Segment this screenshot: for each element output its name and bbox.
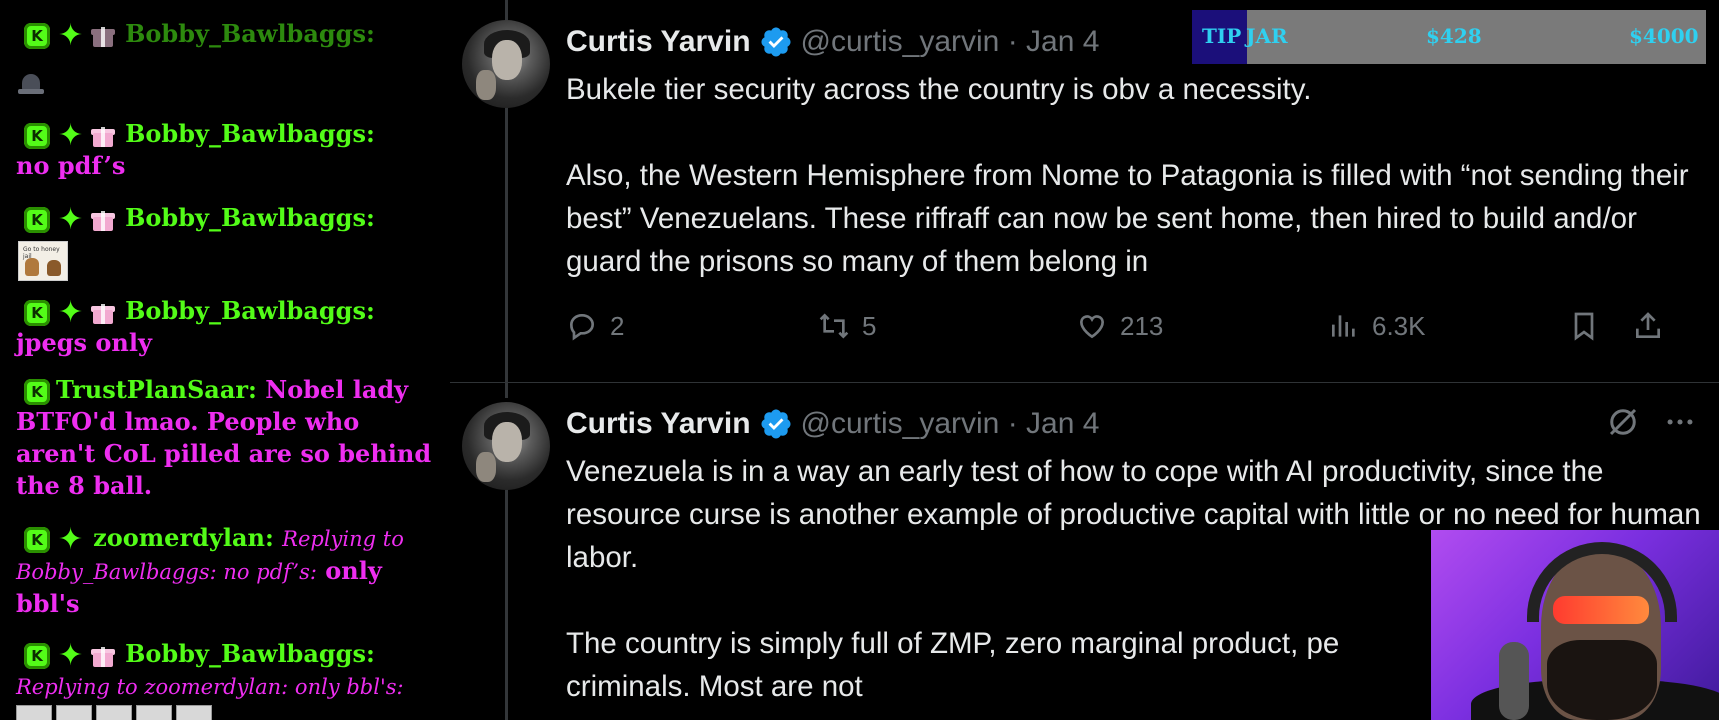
- tweet-header: Curtis Yarvin @curtis_yarvin · Jan 4: [566, 402, 1099, 446]
- badge-group: K: [24, 378, 50, 405]
- sparkle-badge-icon: ✦: [58, 117, 84, 153]
- sparkle-badge-icon: ✦: [58, 521, 84, 557]
- thread-line: [505, 0, 508, 22]
- sparkle-badge-icon: ✦: [58, 201, 84, 237]
- bookmark-button[interactable]: [1568, 310, 1600, 342]
- badge-group: K ✦: [24, 637, 116, 673]
- share-icon: [1636, 312, 1660, 338]
- chat-message: K ✦ zoomerdylan: Replying to Bobby_Bawlb…: [16, 522, 446, 620]
- emote-thumb: [136, 705, 172, 720]
- display-name[interactable]: Curtis Yarvin: [566, 407, 751, 441]
- retweet-button[interactable]: 5: [818, 310, 876, 342]
- tweet-divider: [450, 382, 1719, 383]
- gift-badge-icon: [91, 301, 116, 325]
- like-button[interactable]: 213: [1076, 310, 1163, 342]
- verified-badge-icon: [761, 409, 791, 439]
- chat-username[interactable]: Bobby_Bawlbaggs:: [125, 119, 375, 148]
- chat-message: K ✦ Bobby_Bawlbaggs:: [16, 18, 446, 50]
- badge-group: K ✦: [24, 294, 116, 330]
- kick-badge-icon: K: [24, 206, 50, 233]
- kick-badge-icon: K: [24, 526, 50, 553]
- sparkle-badge-icon: ✦: [58, 294, 84, 330]
- retweet-count: 5: [862, 310, 877, 341]
- chat-username[interactable]: TrustPlanSaar:: [56, 375, 257, 404]
- like-icon: [1079, 315, 1105, 339]
- badge-group: K ✦: [24, 521, 84, 557]
- chat-text: jpegs only: [16, 328, 152, 357]
- tweet-header-actions: [1605, 404, 1697, 440]
- tip-jar-progress: TIP JAR $428 $4000: [1192, 10, 1706, 64]
- tip-jar-current: $428: [1426, 24, 1482, 48]
- reply-count: 2: [610, 310, 625, 341]
- emote-thumb: [96, 705, 132, 720]
- retweet-icon: [819, 313, 849, 339]
- chat-message: K ✦ Bobby_Bawlbaggs: no pdf’s: [16, 118, 446, 182]
- badge-group: K ✦: [24, 117, 116, 153]
- handle-and-date[interactable]: @curtis_yarvin · Jan 4: [801, 25, 1100, 59]
- tweet-text: Bukele tier security across the country …: [566, 73, 1689, 278]
- streamer-webcam: [1431, 530, 1719, 720]
- tweet-header: Curtis Yarvin @curtis_yarvin · Jan 4: [566, 20, 1099, 64]
- avatar[interactable]: [462, 20, 550, 108]
- like-count: 213: [1120, 310, 1164, 341]
- kick-badge-icon: K: [24, 122, 50, 149]
- sparkle-badge-icon: ✦: [58, 637, 84, 673]
- kick-badge-icon: K: [24, 22, 50, 49]
- badge-group: K ✦: [24, 201, 116, 237]
- tip-jar-goal: $4000: [1629, 24, 1699, 48]
- kick-badge-icon: K: [24, 378, 50, 405]
- tip-jar-label: TIP: [1202, 24, 1242, 48]
- gift-badge-icon: [91, 24, 116, 48]
- hat-emote-icon: [18, 74, 44, 96]
- chat-username[interactable]: Bobby_Bawlbaggs:: [125, 19, 375, 48]
- reply-icon: [569, 313, 595, 341]
- chat-message: K ✦ Bobby_Bawlbaggs: jpegs only: [16, 295, 446, 359]
- chat-message: K ✦ Bobby_Bawlbaggs: Replying to zoomerd…: [16, 638, 446, 703]
- chat-username[interactable]: zoomerdylan:: [93, 523, 274, 552]
- honey-jail-emote: Go to honey jail: [18, 241, 68, 281]
- more-icon[interactable]: [1663, 405, 1697, 439]
- chat-reply-context[interactable]: Replying to zoomerdylan: only bbl's:: [16, 675, 404, 699]
- share-button[interactable]: [1632, 310, 1664, 342]
- verified-badge-icon: [761, 27, 791, 57]
- emote-thumb: [176, 705, 212, 720]
- gift-badge-icon: [91, 124, 116, 148]
- tip-jar-label-2: JAR: [1246, 24, 1288, 48]
- gift-badge-icon: [91, 644, 116, 668]
- views-button[interactable]: 6.3K: [1328, 310, 1426, 342]
- chat-username[interactable]: Bobby_Bawlbaggs:: [125, 296, 375, 325]
- chat-text: no pdf’s: [16, 151, 126, 180]
- kick-badge-icon: K: [24, 642, 50, 669]
- views-icon: [1332, 315, 1355, 337]
- gift-badge-icon: [91, 208, 116, 232]
- chat-username[interactable]: Bobby_Bawlbaggs:: [125, 203, 375, 232]
- sparkle-badge-icon: ✦: [58, 17, 84, 53]
- badge-group: K ✦: [24, 17, 116, 53]
- chat-username[interactable]: Bobby_Bawlbaggs:: [125, 639, 375, 668]
- bookmark-icon: [1574, 312, 1594, 341]
- emote-thumb: [56, 705, 92, 720]
- avatar[interactable]: [462, 402, 550, 490]
- chat-message: K TrustPlanSaar: Nobel lady BTFO'd lmao.…: [16, 374, 446, 502]
- display-name[interactable]: Curtis Yarvin: [566, 25, 751, 59]
- emote-thumb: [16, 705, 52, 720]
- tweet[interactable]: Curtis Yarvin @curtis_yarvin · Jan 4 Buk…: [450, 20, 1719, 380]
- grok-icon[interactable]: [1605, 404, 1641, 440]
- chat-panel: K ✦ Bobby_Bawlbaggs: K ✦ Bobby_Bawlbaggs…: [0, 0, 450, 720]
- views-count: 6.3K: [1372, 310, 1426, 341]
- handle-and-date[interactable]: @curtis_yarvin · Jan 4: [801, 407, 1100, 441]
- chat-message: K ✦ Bobby_Bawlbaggs:: [16, 202, 446, 234]
- emote-strip: [16, 705, 212, 720]
- reply-button[interactable]: 2: [566, 310, 624, 342]
- tweet-actions: 2 5 213 6.3K: [566, 310, 1709, 350]
- kick-badge-icon: K: [24, 299, 50, 326]
